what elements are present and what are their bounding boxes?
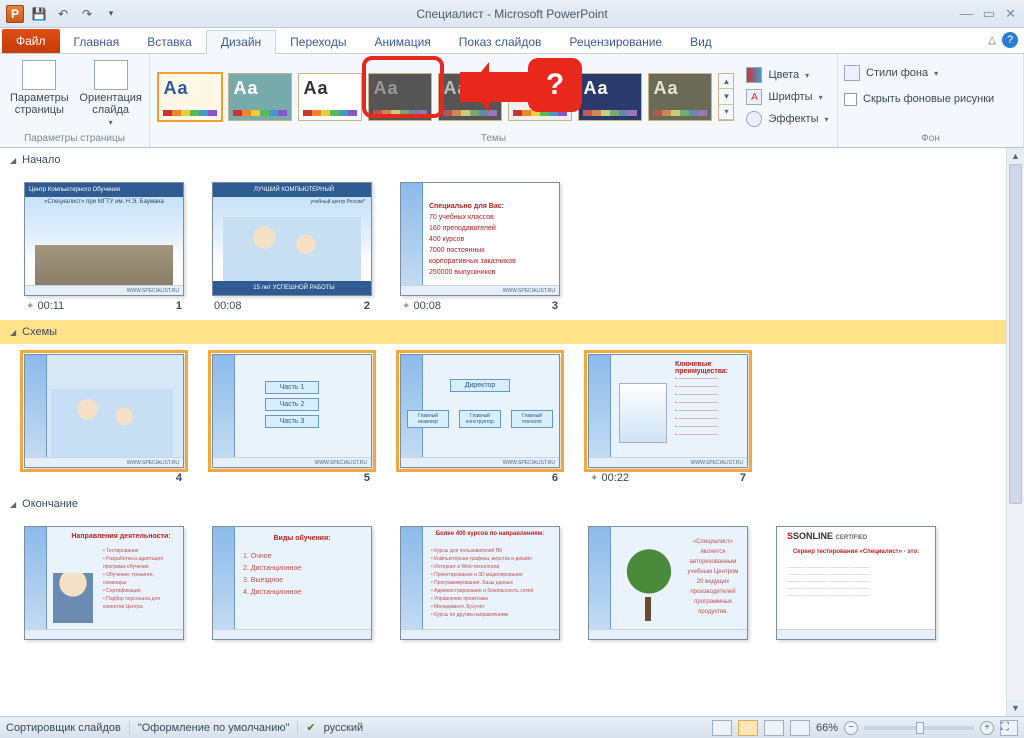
section-header-start[interactable]: ◢ Начало (0, 148, 1024, 172)
theme-thumb-2[interactable]: Aa (228, 73, 292, 121)
group-page-setup: Параметры страницы Ориентация слайда ▾ П… (0, 54, 150, 147)
theme-colors-button[interactable]: Цвета▾ (746, 64, 828, 86)
theme-thumb-1[interactable]: Aa (158, 73, 222, 121)
checkbox-icon (844, 93, 857, 106)
qat-redo-icon[interactable]: ↷ (76, 3, 98, 25)
annotation-question-badge: ? (528, 58, 582, 112)
colors-icon (746, 67, 762, 83)
tab-review[interactable]: Рецензирование (555, 31, 676, 53)
slide-7[interactable]: Ключевые преимущества: • ————————• —————… (588, 354, 748, 484)
transition-star-icon: ✦ (402, 301, 410, 312)
group-background: Стили фона▾ Скрыть фоновые рисунки Фон (838, 54, 1024, 147)
tab-home[interactable]: Главная (60, 31, 134, 53)
theme-thumb-4[interactable]: Aa (368, 73, 432, 121)
tab-view[interactable]: Вид (676, 31, 726, 53)
title-bar: P 💾 ↶ ↷ ▾ Специалист - Microsoft PowerPo… (0, 0, 1024, 28)
slide-2[interactable]: ЛУЧШИЙ КОМПЬЮТЕРНЫЙ учебный центр России… (212, 182, 372, 312)
ribbon-tabs: Файл Главная Вставка Дизайн Переходы Ани… (0, 28, 1024, 54)
slide-11[interactable]: «Специалист» является авторизованным уче… (588, 526, 748, 640)
background-styles-button[interactable]: Стили фона▾ (844, 62, 938, 84)
zoom-in-button[interactable]: + (980, 721, 994, 735)
transition-star-icon: ✦ (26, 301, 34, 312)
minimize-icon[interactable]: — (960, 6, 973, 22)
fonts-icon: A (746, 89, 762, 105)
tab-slideshow[interactable]: Показ слайдов (445, 31, 556, 53)
bg-styles-icon (844, 65, 860, 81)
status-theme: "Оформление по умолчанию" (138, 722, 290, 734)
qat-customize-icon[interactable]: ▾ (100, 3, 122, 25)
app-icon[interactable]: P (4, 3, 26, 25)
help-icon[interactable]: ? (1002, 32, 1018, 48)
theme-fonts-button[interactable]: AШрифты▾ (746, 86, 828, 108)
slide-8[interactable]: Направления деятельности: • Тестирование… (24, 526, 184, 640)
vertical-scrollbar[interactable]: ▲ ▼ (1006, 148, 1024, 716)
annotation-arrow (460, 72, 536, 102)
status-bar: Сортировщик слайдов "Оформление по умолч… (0, 716, 1024, 738)
slide-9[interactable]: Виды обучения: 1. Очное 2. Дистанционное… (212, 526, 372, 640)
zoom-percent[interactable]: 66% (816, 722, 838, 734)
tab-animation[interactable]: Анимация (360, 31, 444, 53)
view-reading-button[interactable] (764, 720, 784, 736)
effects-icon (746, 111, 762, 127)
group-label-page-setup: Параметры страницы (6, 131, 143, 147)
theme-thumb-3[interactable]: Aa (298, 73, 362, 121)
ribbon: Параметры страницы Ориентация слайда ▾ П… (0, 54, 1024, 148)
slide-1[interactable]: Центр Компьютерного Обучения «Специалист… (24, 182, 184, 312)
tab-design[interactable]: Дизайн (206, 30, 276, 54)
window-title: Специалист - Microsoft PowerPoint (0, 7, 1024, 21)
slide-sorter-pane: ◢ Начало Центр Компьютерного Обучения «С… (0, 148, 1024, 716)
slide-6[interactable]: Директор Главный инженер Главный констру… (400, 354, 560, 484)
group-label-themes: Темы (156, 131, 831, 147)
view-sorter-button[interactable] (738, 720, 758, 736)
collapse-icon: ◢ (10, 156, 16, 165)
section-header-schemes[interactable]: ◢ Схемы (0, 320, 1024, 344)
tab-insert[interactable]: Вставка (133, 31, 206, 53)
status-view-mode: Сортировщик слайдов (6, 722, 121, 734)
slide-5[interactable]: Часть 1 Часть 2 Часть 3 WWW.SPECIALIST.R… (212, 354, 372, 484)
theme-thumb-7[interactable]: Aa (578, 73, 642, 121)
qat-save-icon[interactable]: 💾 (28, 3, 50, 25)
page-setup-icon (22, 60, 56, 90)
slide-4[interactable]: WWW.SPECIALIST.RU 4 (24, 354, 184, 484)
view-slideshow-button[interactable] (790, 720, 810, 736)
zoom-out-button[interactable]: − (844, 721, 858, 735)
theme-effects-button[interactable]: Эффекты▾ (746, 108, 828, 130)
theme-thumb-8[interactable]: Aa (648, 73, 712, 121)
scroll-up-icon[interactable]: ▲ (1007, 148, 1024, 164)
fit-to-window-button[interactable]: ⛶ (1000, 720, 1018, 736)
view-normal-button[interactable] (712, 720, 732, 736)
minimize-ribbon-icon[interactable]: △ (988, 35, 996, 46)
slide-10[interactable]: Более 400 курсов по направлениям: • Курс… (400, 526, 560, 640)
collapse-icon: ◢ (10, 328, 16, 337)
slide-12[interactable]: SSONLINE CERTIFIED Сервер тестирования «… (776, 526, 936, 640)
scrollbar-thumb[interactable] (1009, 164, 1022, 504)
theme-scroll-up-icon[interactable]: ▲ (719, 74, 733, 89)
slide-3[interactable]: Специально для Вас: 70 учебных классов 1… (400, 182, 560, 312)
page-setup-button[interactable]: Параметры страницы (6, 58, 73, 118)
spellcheck-icon[interactable]: ✔ (306, 721, 315, 734)
file-tab[interactable]: Файл (2, 29, 60, 53)
slide-orientation-button[interactable]: Ориентация слайда ▾ (77, 58, 145, 129)
group-label-background: Фон (844, 131, 1017, 147)
theme-scroll-down-icon[interactable]: ▼ (719, 89, 733, 104)
maximize-icon[interactable]: ▭ (983, 6, 995, 22)
qat-undo-icon[interactable]: ↶ (52, 3, 74, 25)
section-header-ending[interactable]: ◢ Окончание (0, 492, 1024, 516)
close-icon[interactable]: ✕ (1005, 6, 1016, 22)
transition-star-icon: ✦ (590, 473, 598, 484)
collapse-icon: ◢ (10, 500, 16, 509)
tab-transitions[interactable]: Переходы (276, 31, 360, 53)
zoom-slider[interactable] (864, 726, 974, 730)
hide-background-checkbox[interactable]: Скрыть фоновые рисунки (844, 88, 994, 110)
theme-scroll-more-icon[interactable]: ▾ (719, 105, 733, 120)
scroll-down-icon[interactable]: ▼ (1007, 700, 1024, 716)
theme-gallery-scroll[interactable]: ▲ ▼ ▾ (718, 73, 734, 121)
orientation-icon (94, 60, 128, 90)
status-language[interactable]: русский (324, 722, 363, 734)
